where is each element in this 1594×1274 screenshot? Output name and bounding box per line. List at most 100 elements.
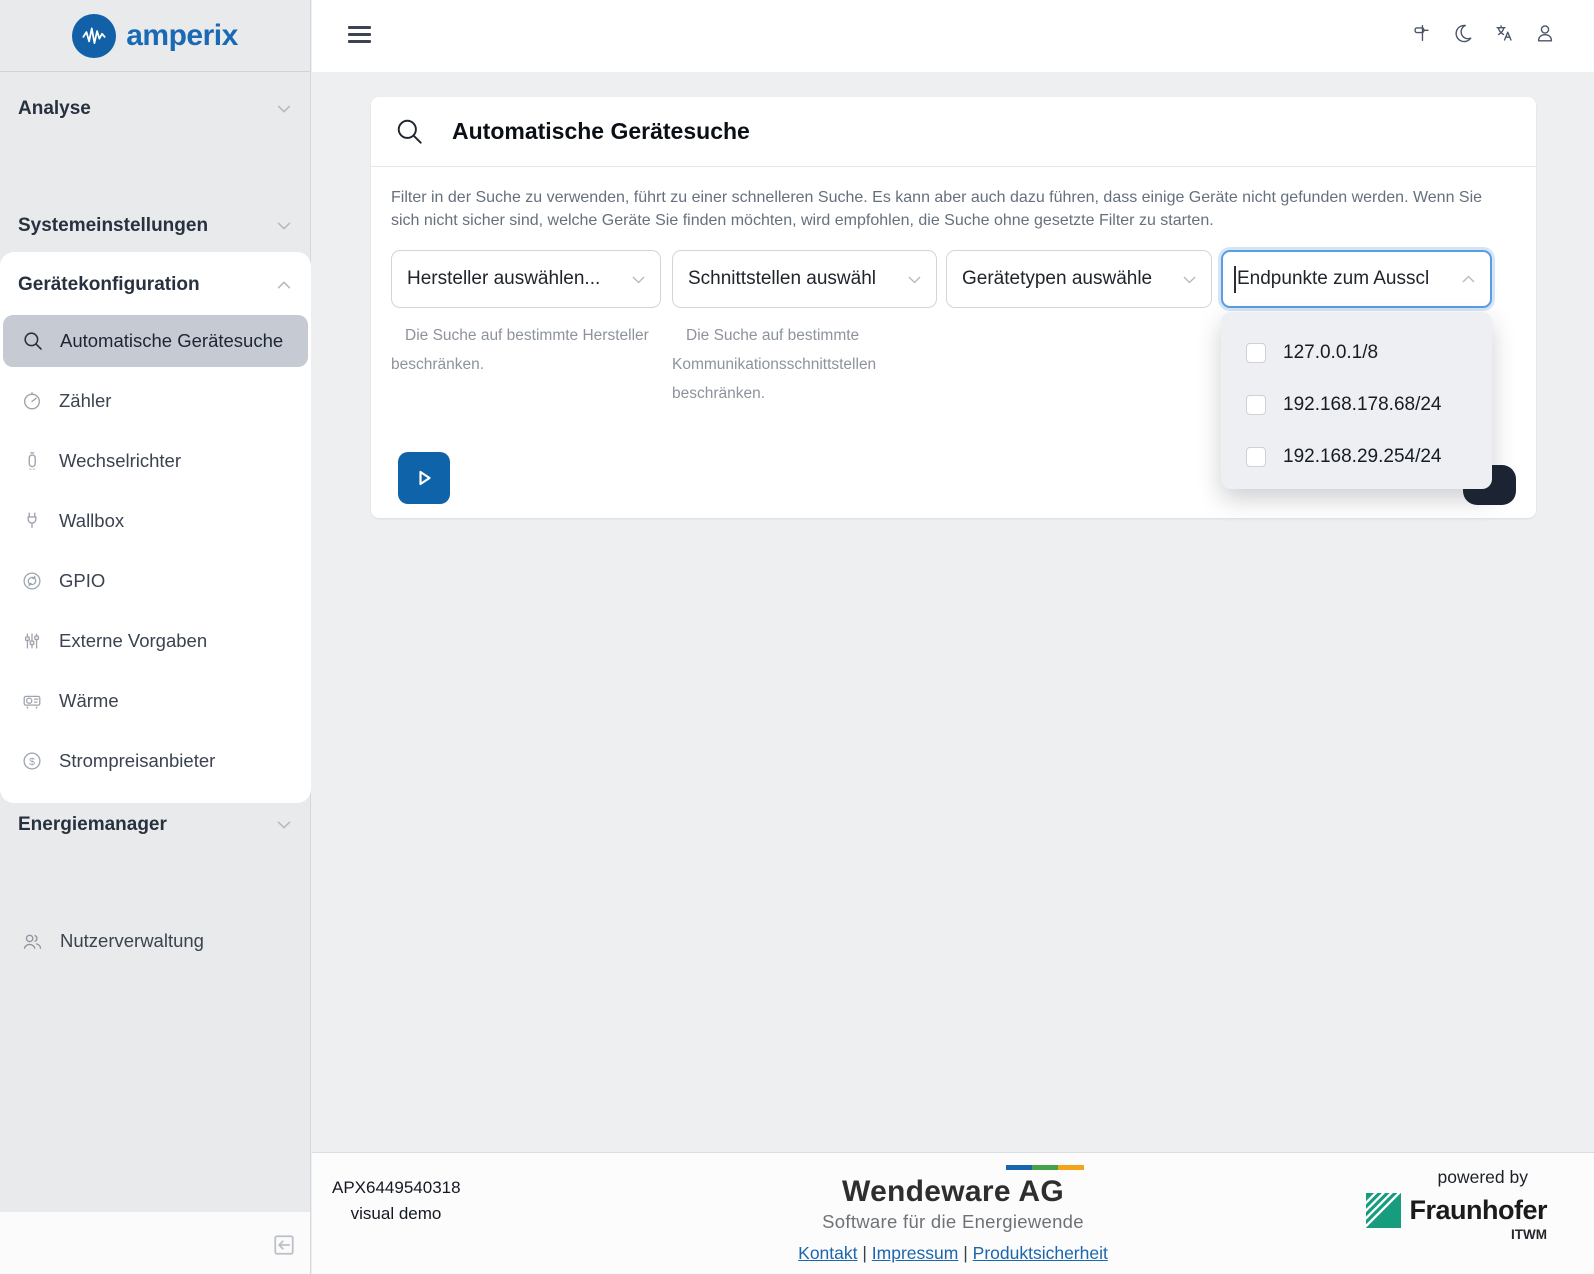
text-cursor: [1234, 266, 1236, 293]
sidebar-footer: [0, 1212, 310, 1274]
endpoint-option[interactable]: 127.0.0.1/8: [1221, 327, 1492, 379]
signpost-icon[interactable]: [1411, 22, 1433, 44]
footer-links: Kontakt | Impressum | Produktsicherheit: [312, 1243, 1594, 1264]
sidebar-item-automatische-geraetesuche[interactable]: Automatische Gerätesuche: [3, 315, 308, 367]
sidebar-item-label: Strompreisanbieter: [59, 750, 215, 772]
sidebar-item-label: Wechselrichter: [59, 450, 181, 472]
checkbox[interactable]: [1246, 343, 1266, 363]
amperix-logo-icon: [72, 14, 116, 58]
card-header: Automatische Gerätesuche: [371, 97, 1536, 167]
hersteller-select[interactable]: Hersteller auswählen...: [391, 250, 661, 308]
hamburger-icon: [348, 33, 371, 36]
checkbox[interactable]: [1246, 395, 1266, 415]
link-separator: |: [862, 1243, 867, 1263]
section-label: Energiemanager: [18, 814, 167, 836]
wendeware-color-bar: [1006, 1165, 1084, 1170]
search-icon: [395, 117, 425, 147]
topbar-actions: [1411, 22, 1556, 44]
fraunhofer-name: Fraunhofer: [1409, 1193, 1547, 1227]
sidebar-item-wallbox[interactable]: Wallbox: [0, 491, 311, 551]
chevron-up-icon: [274, 275, 294, 295]
chevron-down-icon: [629, 270, 648, 289]
hamburger-icon: [348, 40, 371, 43]
section-label: Systemeinstellungen: [18, 215, 208, 237]
brand-name: amperix: [126, 19, 238, 53]
sliders-icon: [21, 630, 43, 652]
dollar-circle-icon: $: [21, 750, 43, 772]
translate-icon[interactable]: [1493, 22, 1515, 44]
sidebar-item-externe-vorgaben[interactable]: Externe Vorgaben: [0, 611, 311, 671]
option-label: 192.168.29.254/24: [1283, 446, 1442, 468]
select-placeholder: Gerätetypen auswähle: [962, 268, 1152, 290]
page-footer: APX6449540318 visual demo Wendeware AG S…: [312, 1152, 1594, 1274]
sidebar-group-geraetekonfiguration: Gerätekonfiguration Automatische Gerätes…: [0, 252, 311, 803]
svg-text:$: $: [29, 756, 35, 768]
users-icon: [21, 930, 44, 953]
sidebar-item-label: GPIO: [59, 570, 105, 592]
option-label: 192.168.178.68/24: [1283, 394, 1442, 416]
play-icon: [411, 465, 437, 491]
link-produktsicherheit[interactable]: Produktsicherheit: [973, 1243, 1108, 1263]
sidebar-item-wechselrichter[interactable]: Wechselrichter: [0, 431, 311, 491]
inverter-icon: [21, 450, 43, 472]
sidebar: amperix Analyse Systemeinstellungen Gerä…: [0, 0, 311, 1274]
heater-icon: [21, 690, 43, 712]
section-label: Gerätekonfiguration: [18, 274, 200, 296]
device-search-card: Automatische Gerätesuche Filter in der S…: [371, 97, 1536, 518]
sidebar-item-zaehler[interactable]: Zähler: [0, 371, 311, 431]
sidebar-item-strompreisanbieter[interactable]: $ Strompreisanbieter: [0, 731, 311, 791]
section-label: Analyse: [18, 98, 91, 120]
select-placeholder: Endpunkte zum Ausscl: [1237, 268, 1429, 290]
search-description: Filter in der Suche zu verwenden, führt …: [391, 186, 1493, 232]
company-name: Wendeware AG: [822, 1175, 1084, 1209]
fraunhofer-mark-icon: [1366, 1193, 1401, 1228]
sidebar-section-energiemanager[interactable]: Energiemanager: [0, 808, 311, 842]
chevron-down-icon: [905, 270, 924, 289]
sidebar-item-label: Nutzerverwaltung: [60, 930, 204, 952]
plug-icon: [21, 510, 43, 532]
moon-icon[interactable]: [1452, 22, 1474, 44]
sidebar-item-gpio[interactable]: GPIO: [0, 551, 311, 611]
sidebar-section-geraetekonfiguration[interactable]: Gerätekonfiguration: [0, 268, 311, 302]
filter-geraetetypen: Gerätetypen auswähle: [946, 250, 1212, 321]
select-placeholder: Hersteller auswählen...: [407, 268, 600, 290]
chevron-up-icon: [1459, 270, 1478, 289]
start-search-button[interactable]: [398, 452, 450, 504]
hamburger-icon: [348, 26, 371, 29]
filter-helper-text: Die Suche auf bestimmte Hersteller besch…: [391, 321, 661, 379]
link-kontakt[interactable]: Kontakt: [798, 1243, 857, 1263]
sidebar-item-label: Automatische Gerätesuche: [60, 330, 283, 352]
user-icon[interactable]: [1534, 22, 1556, 44]
sidebar-item-label: Externe Vorgaben: [59, 630, 207, 652]
select-placeholder: Schnittstellen auswähl: [688, 268, 876, 290]
top-bar: [312, 0, 1594, 72]
collapse-sidebar-button[interactable]: [270, 1231, 298, 1259]
schnittstellen-select[interactable]: Schnittstellen auswähl: [672, 250, 937, 308]
page-title: Automatische Gerätesuche: [452, 118, 750, 145]
chevron-down-icon: [274, 99, 294, 119]
chevron-down-icon: [1180, 270, 1199, 289]
checkbox[interactable]: [1246, 447, 1266, 467]
powered-by-text: powered by: [1438, 1167, 1528, 1188]
filter-helper-text: Die Suche auf bestimmte Kommunikationssc…: [672, 321, 937, 408]
option-label: 127.0.0.1/8: [1283, 342, 1378, 364]
chevron-down-icon: [274, 815, 294, 835]
endpoint-option[interactable]: 192.168.29.254/24: [1221, 431, 1492, 483]
sidebar-item-waerme[interactable]: Wärme: [0, 671, 311, 731]
sidebar-section-analyse[interactable]: Analyse: [0, 92, 311, 126]
sidebar-section-systemeinstellungen[interactable]: Systemeinstellungen: [0, 209, 311, 243]
search-icon: [22, 330, 44, 352]
arrow-left-box-icon: [270, 1231, 298, 1259]
app-logo: amperix: [0, 0, 310, 72]
menu-toggle-button[interactable]: [348, 26, 371, 47]
filter-schnittstellen: Schnittstellen auswähl Die Suche auf bes…: [672, 250, 937, 408]
filter-endpunkte: Endpunkte zum Ausscl: [1221, 250, 1492, 308]
endpoint-option[interactable]: 192.168.178.68/24: [1221, 379, 1492, 431]
meter-icon: [21, 390, 43, 412]
sidebar-item-nutzerverwaltung[interactable]: Nutzerverwaltung: [0, 915, 311, 967]
filter-hersteller: Hersteller auswählen... Die Suche auf be…: [391, 250, 661, 379]
link-impressum[interactable]: Impressum: [872, 1243, 959, 1263]
geraetetypen-select[interactable]: Gerätetypen auswähle: [946, 250, 1212, 308]
fraunhofer-unit: ITWM: [1511, 1227, 1547, 1242]
endpunkte-select[interactable]: Endpunkte zum Ausscl: [1221, 250, 1492, 308]
